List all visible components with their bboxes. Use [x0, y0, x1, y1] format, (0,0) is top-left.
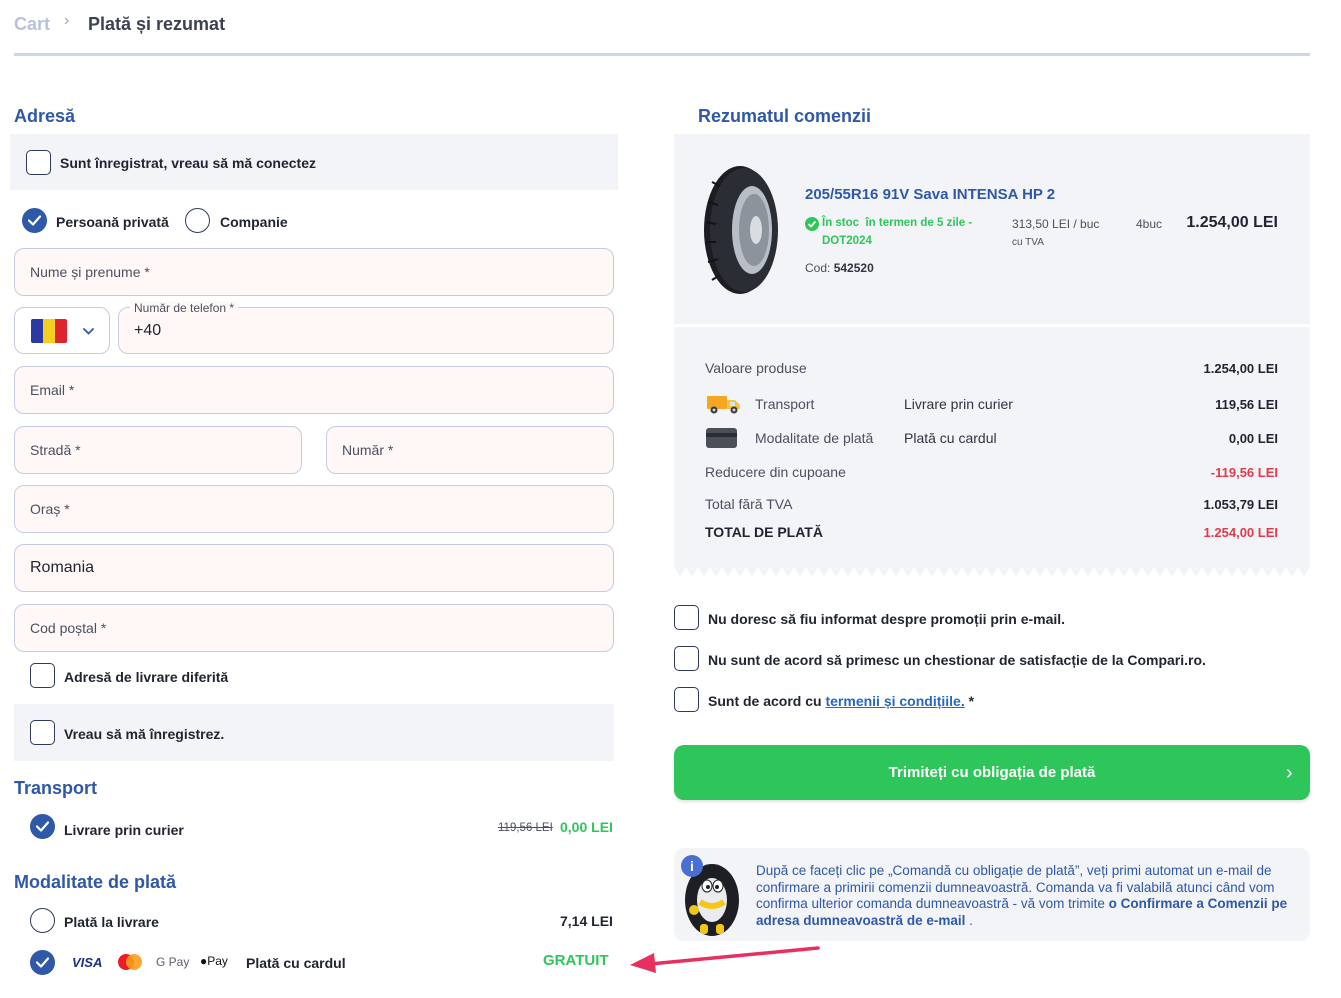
svg-text:i: i — [690, 858, 694, 874]
truck-icon — [707, 396, 740, 414]
address-title: Adresă — [14, 106, 76, 126]
terms-link[interactable]: termenii și condițiile. — [825, 693, 964, 709]
chevron-down-icon — [83, 328, 94, 335]
payment-summary-value: 0,00 LEI — [1228, 431, 1278, 446]
google-pay-icon: G Pay — [156, 955, 190, 969]
city-field[interactable]: Oraș * — [14, 485, 614, 533]
grand-total-label: TOTAL DE PLATĂ — [705, 524, 823, 540]
product-name-link[interactable]: 205/55R16 91V Sava INTENSA HP 2 — [805, 186, 1055, 203]
unit-price: 313,50 LEI / buc — [1012, 217, 1100, 231]
chevron-right-icon: › — [1286, 762, 1293, 784]
company-radio[interactable] — [185, 208, 210, 233]
private-person-label: Persoană privată — [56, 214, 169, 230]
street-field[interactable]: Stradă * — [14, 426, 302, 474]
card-payment-radio[interactable] — [30, 950, 55, 975]
info-text: După ce faceți clic pe „Comandă cu oblig… — [756, 863, 1301, 929]
no-survey-label: Nu sunt de acord să primesc un chestiona… — [708, 652, 1206, 668]
different-delivery-checkbox[interactable] — [30, 663, 55, 688]
private-person-radio[interactable] — [22, 208, 47, 233]
product-code: Cod: 542520 — [805, 261, 874, 275]
transport-title: Transport — [14, 778, 98, 798]
net-total-label: Total fără TVA — [705, 496, 793, 512]
no-promo-label: Nu doresc să fiu informat despre promoți… — [708, 611, 1066, 627]
payment-title: Modalitate de plată — [14, 872, 177, 892]
payment-summary-method: Plată cu cardul — [904, 430, 997, 446]
check-icon — [28, 215, 41, 226]
dot-year: DOT2024 — [822, 235, 872, 247]
name-placeholder: Nume și prenume * — [30, 264, 150, 280]
transport-summary-value: 119,56 LEI — [1215, 397, 1278, 412]
net-total-value: 1.053,79 LEI — [1203, 497, 1278, 512]
postal-code-field[interactable]: Cod poștal * — [14, 604, 614, 652]
payment-summary-label: Modalitate de plată — [755, 430, 874, 446]
products-value: 1.254,00 LEI — [1203, 361, 1278, 376]
check-icon — [36, 821, 49, 832]
mastercard-icon — [116, 953, 144, 971]
tire-image[interactable] — [700, 162, 784, 298]
register-label: Vreau să mă înregistrez. — [64, 726, 225, 742]
cash-on-delivery-price: 7,14 LEI — [560, 913, 613, 929]
products-value-label: Valoare produse — [705, 360, 807, 376]
terms-checkbox[interactable] — [674, 687, 699, 712]
email-field[interactable]: Email * — [14, 366, 614, 414]
country-value: Romania — [30, 559, 95, 576]
summary-title: Rezumatul comenzii — [698, 106, 872, 126]
register-checkbox[interactable] — [30, 720, 55, 745]
check-circle-icon — [805, 217, 819, 231]
info-text-end: . — [969, 912, 973, 928]
product-code-label: Cod: — [805, 261, 831, 275]
breadcrumb-cart[interactable]: Cart — [14, 14, 50, 35]
romania-flag-icon — [31, 319, 67, 343]
visa-icon: VISA — [72, 955, 103, 970]
grand-total-value: 1.254,00 LEI — [1203, 525, 1278, 540]
phone-value: +40 — [134, 321, 162, 339]
name-field[interactable]: Nume și prenume * — [14, 248, 614, 296]
country-code-select[interactable] — [14, 307, 110, 354]
submit-order-label: Trimiteți cu obligația de plată — [888, 764, 1096, 781]
tire-mascot-icon: i — [681, 855, 739, 936]
check-icon — [36, 957, 49, 968]
product-code-value: 542520 — [833, 261, 874, 275]
no-promo-checkbox[interactable] — [674, 605, 699, 630]
card-payment-price: GRATUIT — [543, 952, 609, 969]
login-label: Sunt înregistrat, vreau să mă conectez — [60, 155, 316, 171]
street-number-placeholder: Număr * — [342, 442, 394, 458]
courier-label: Livrare prin curier — [64, 822, 184, 838]
annotation-arrow-icon — [630, 946, 820, 973]
city-placeholder: Oraș * — [30, 501, 70, 517]
credit-card-icon — [706, 428, 737, 448]
postal-code-placeholder: Cod poștal * — [30, 620, 107, 636]
login-checkbox[interactable] — [26, 150, 51, 175]
country-field[interactable]: Romania — [14, 544, 614, 592]
terms-required-mark: * — [968, 693, 975, 709]
vat-note: cu TVA — [1012, 237, 1044, 248]
stock-status: În stoc în termen de 5 zile - — [822, 217, 973, 229]
transport-new-price: 0,00 LEI — [560, 819, 613, 835]
chevron-right-icon: › — [64, 12, 70, 29]
breadcrumb-divider — [14, 53, 1310, 56]
email-placeholder: Email * — [30, 382, 75, 398]
no-survey-checkbox[interactable] — [674, 646, 699, 671]
terms-prefix: Sunt de acord cu — [708, 693, 822, 709]
discount-label: Reducere din cupoane — [705, 464, 846, 480]
cash-on-delivery-radio[interactable] — [30, 908, 55, 933]
apple-pay-label: Pay — [207, 954, 228, 968]
page-title: Plată și rezumat — [88, 14, 226, 34]
submit-order-button[interactable]: Trimiteți cu obligația de plată › — [674, 745, 1310, 800]
street-placeholder: Stradă * — [30, 442, 81, 458]
company-label: Companie — [220, 214, 288, 230]
transport-old-price: 119,56 LEI — [498, 822, 553, 834]
courier-radio[interactable] — [30, 814, 55, 839]
street-number-field[interactable]: Număr * — [326, 426, 614, 474]
card-payment-label: Plată cu cardul — [246, 955, 346, 971]
discount-value: -119,56 LEI — [1210, 465, 1278, 480]
transport-summary-label: Transport — [755, 396, 815, 412]
phone-label: Număr de telefon * — [130, 301, 239, 315]
terms-label: Sunt de acord cu termenii și condițiile.… — [708, 693, 974, 709]
apple-pay-icon: ●Pay — [200, 954, 228, 968]
different-delivery-label: Adresă de livrare diferită — [64, 669, 229, 685]
line-total: 1.254,00 LEI — [1186, 214, 1278, 231]
cash-on-delivery-label: Plată la livrare — [64, 914, 159, 930]
transport-summary-method: Livrare prin curier — [904, 396, 1013, 412]
